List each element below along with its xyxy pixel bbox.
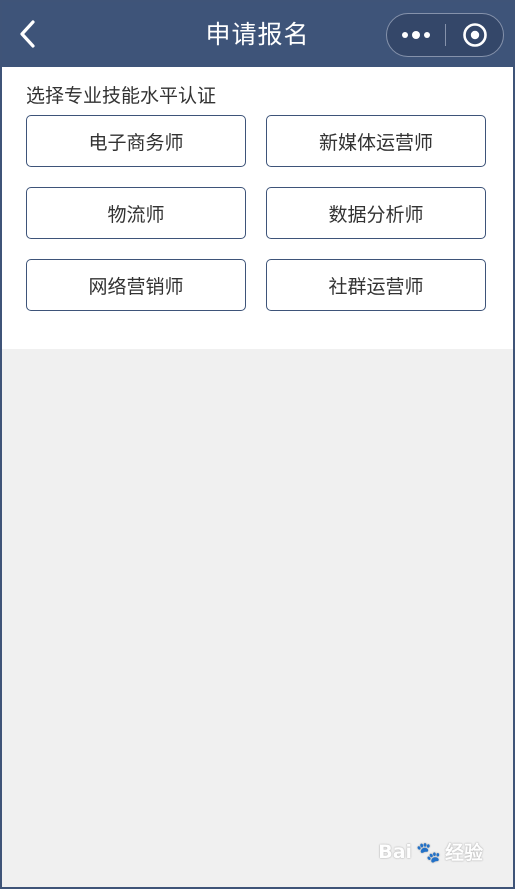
close-button[interactable]: [446, 14, 504, 56]
watermark: Bai 🐾 经验: [378, 838, 483, 865]
watermark-text-2: 经验: [444, 842, 483, 864]
navigation-bar: 申请报名: [2, 2, 513, 67]
watermark-text: Bai: [378, 840, 413, 863]
option-community-operations[interactable]: 社群运营师: [266, 259, 486, 311]
more-button[interactable]: [387, 14, 445, 56]
option-new-media-operations[interactable]: 新媒体运营师: [266, 115, 486, 167]
option-online-marketing[interactable]: 网络营销师: [26, 259, 246, 311]
option-logistics[interactable]: 物流师: [26, 187, 246, 239]
option-ecommerce[interactable]: 电子商务师: [26, 115, 246, 167]
more-dots-icon: [400, 31, 432, 39]
mini-program-capsule: [386, 13, 504, 57]
option-data-analyst[interactable]: 数据分析师: [266, 187, 486, 239]
baidu-paw-icon: 🐾: [416, 839, 441, 864]
target-circle-icon: [463, 23, 487, 47]
certification-panel: 选择专业技能水平认证 电子商务师 新媒体运营师 物流师 数据分析师 网络营销师 …: [2, 67, 513, 349]
app-window: 申请报名 选择专业技能水平认证 电子商务师 新媒体运营师 物流师 数据分析师 网…: [0, 0, 515, 889]
section-label: 选择专业技能水平认证: [26, 85, 217, 107]
